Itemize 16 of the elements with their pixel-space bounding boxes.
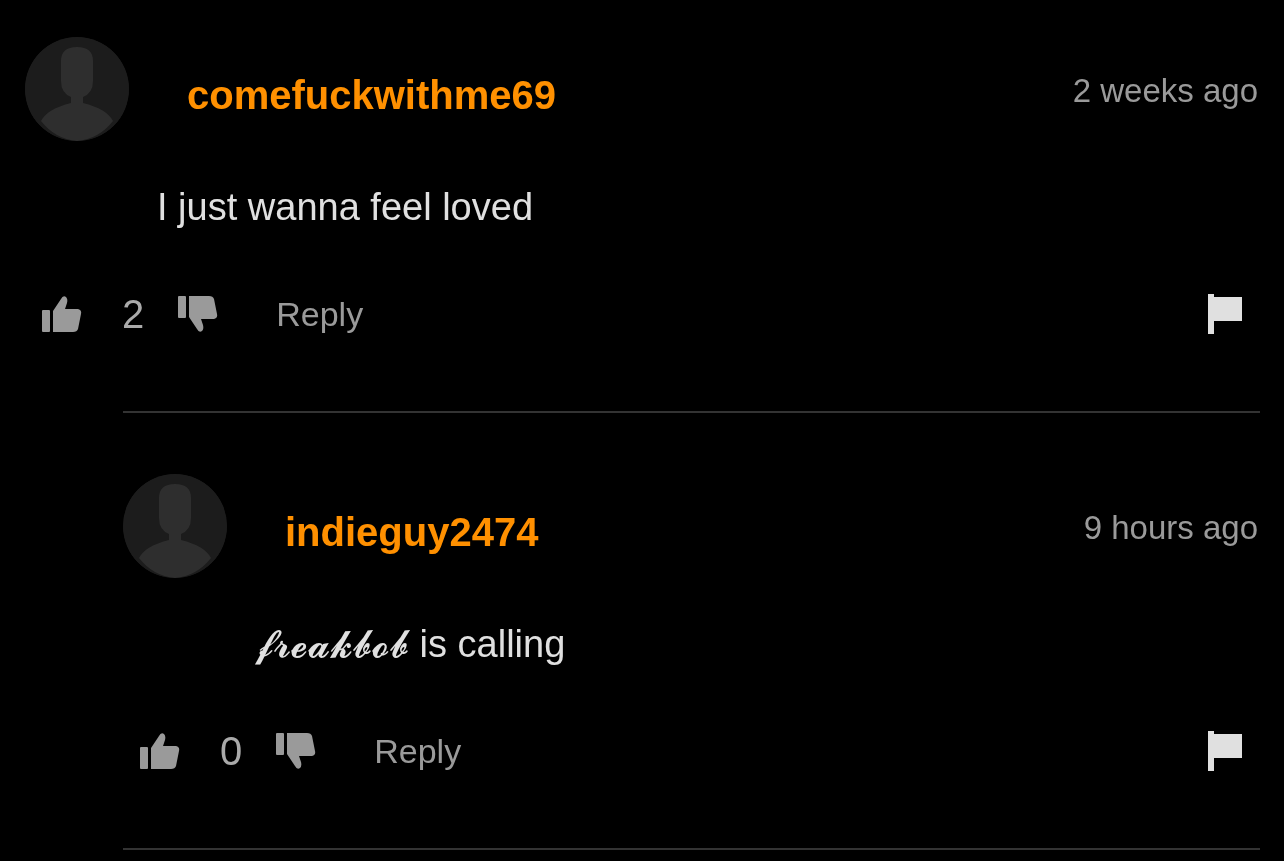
comment-text: I just wanna feel loved — [157, 185, 534, 229]
timestamp: 9 hours ago — [1083, 509, 1258, 547]
thumbs-down-icon[interactable] — [276, 731, 317, 771]
reply-button[interactable]: Reply — [374, 731, 462, 771]
flag-icon[interactable] — [1208, 294, 1242, 334]
thumbs-down-icon[interactable] — [178, 294, 219, 334]
thumbs-up-icon[interactable] — [140, 731, 180, 771]
comment-text: 𝓯𝓻𝓮𝓪𝓴𝓫𝓸𝓫 is calling — [255, 622, 567, 666]
username[interactable]: comefuckwithme69 — [187, 72, 557, 118]
username[interactable]: indieguy2474 — [285, 509, 539, 555]
thumbs-up-icon[interactable] — [42, 294, 82, 334]
flag-icon[interactable] — [1208, 731, 1242, 771]
vote-count: 0 — [220, 728, 243, 774]
reply-button[interactable]: Reply — [276, 294, 364, 334]
timestamp: 2 weeks ago — [1072, 72, 1258, 110]
vote-count: 2 — [122, 291, 145, 337]
